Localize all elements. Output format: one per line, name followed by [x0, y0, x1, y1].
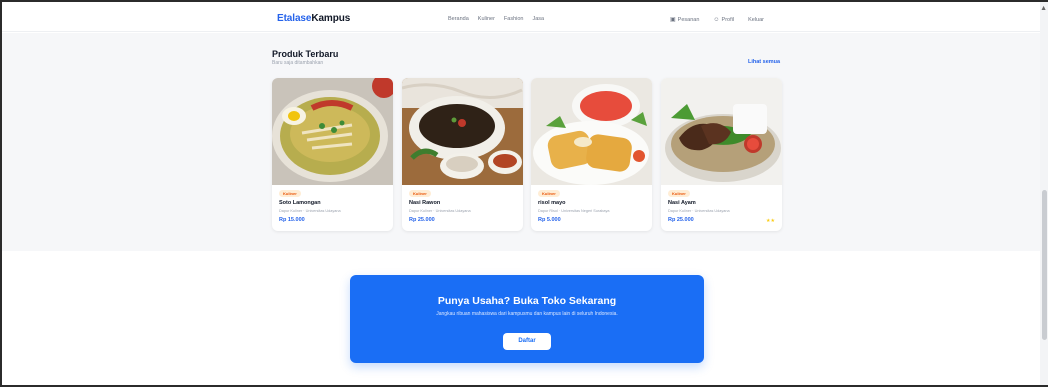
logout-link[interactable]: Keluar — [748, 17, 764, 23]
nav-link-jasa[interactable]: Jasa — [533, 16, 545, 22]
product-image — [531, 78, 652, 185]
product-name: Soto Lamongan — [279, 200, 321, 206]
profile-link[interactable]: ☺ Profil — [713, 17, 734, 23]
user-icon: ☺ — [713, 16, 720, 23]
calendar-icon: ▣ — [670, 17, 676, 23]
nav-link-beranda[interactable]: Beranda — [448, 16, 469, 22]
product-price: Rp 25.000 — [409, 217, 435, 223]
category-badge: Kuliner — [279, 190, 301, 197]
top-navbar: EtalaseKampus Beranda Kuliner Fashion Ja… — [2, 4, 1040, 32]
category-badge: Kuliner — [409, 190, 431, 197]
see-all-link[interactable]: Lihat semua — [748, 59, 780, 65]
product-price: Rp 25.000 — [668, 217, 694, 223]
category-badge: Kuliner — [668, 190, 690, 197]
register-button[interactable]: Daftar — [503, 333, 551, 350]
product-image — [661, 78, 782, 185]
product-card[interactable]: Kuliner Nasi Ayam Dapur Kuliner · Univer… — [661, 78, 782, 231]
section-subtitle: Baru saja ditambahkan — [272, 60, 324, 66]
browser-viewport: EtalaseKampus Beranda Kuliner Fashion Ja… — [0, 0, 1048, 387]
product-location: Dapur Kuliner · Universitas Udayana — [409, 209, 471, 213]
banner-title: Punya Usaha? Buka Toko Sekarang — [437, 295, 617, 307]
product-location: Dapur Kuliner · Universitas Udayana — [668, 209, 730, 213]
product-image — [272, 78, 393, 185]
product-name: Nasi Rawon — [409, 200, 441, 206]
product-price: Rp 5.000 — [538, 217, 561, 223]
product-location: Dapur Risol · Universitas Negeri Surabay… — [538, 209, 610, 213]
scrollbar-thumb[interactable] — [1042, 190, 1047, 340]
user-menu: ▣ Pesanan ☺ Profil Keluar — [670, 16, 764, 24]
site-logo[interactable]: EtalaseKampus — [277, 13, 350, 24]
main-menu: Beranda Kuliner Fashion Jasa — [448, 16, 544, 22]
product-image — [402, 78, 523, 185]
product-card[interactable]: Kuliner Nasi Rawon Dapur Kuliner · Unive… — [402, 78, 523, 231]
product-location: Dapur Kuliner · Universitas Udayana — [279, 209, 341, 213]
scroll-up-icon[interactable]: ▲ — [1040, 5, 1047, 12]
latest-products-section: Produk Terbaru Baru saja ditambahkan Lih… — [2, 33, 1040, 251]
section-title: Produk Terbaru — [272, 49, 339, 59]
product-card[interactable]: Kuliner risol mayo Dapur Risol · Univers… — [531, 78, 652, 231]
category-badge: Kuliner — [538, 190, 560, 197]
nav-link-kuliner[interactable]: Kuliner — [478, 16, 495, 22]
product-name: Nasi Ayam — [668, 200, 696, 206]
page-scrollbar[interactable]: ▲ — [1040, 2, 1048, 385]
orders-link[interactable]: ▣ Pesanan — [670, 16, 699, 23]
open-store-banner: Punya Usaha? Buka Toko Sekarang Jangkau … — [350, 275, 704, 363]
banner-text: Jangkau ribuan mahasiswa dari kampusmu d… — [436, 311, 618, 317]
product-price: Rp 15.000 — [279, 217, 305, 223]
rating-stars: ★★ — [766, 218, 775, 224]
product-card[interactable]: Kuliner Soto Lamongan Dapur Kuliner · Un… — [272, 78, 393, 231]
nav-link-fashion[interactable]: Fashion — [504, 16, 524, 22]
product-name: risol mayo — [538, 200, 566, 206]
